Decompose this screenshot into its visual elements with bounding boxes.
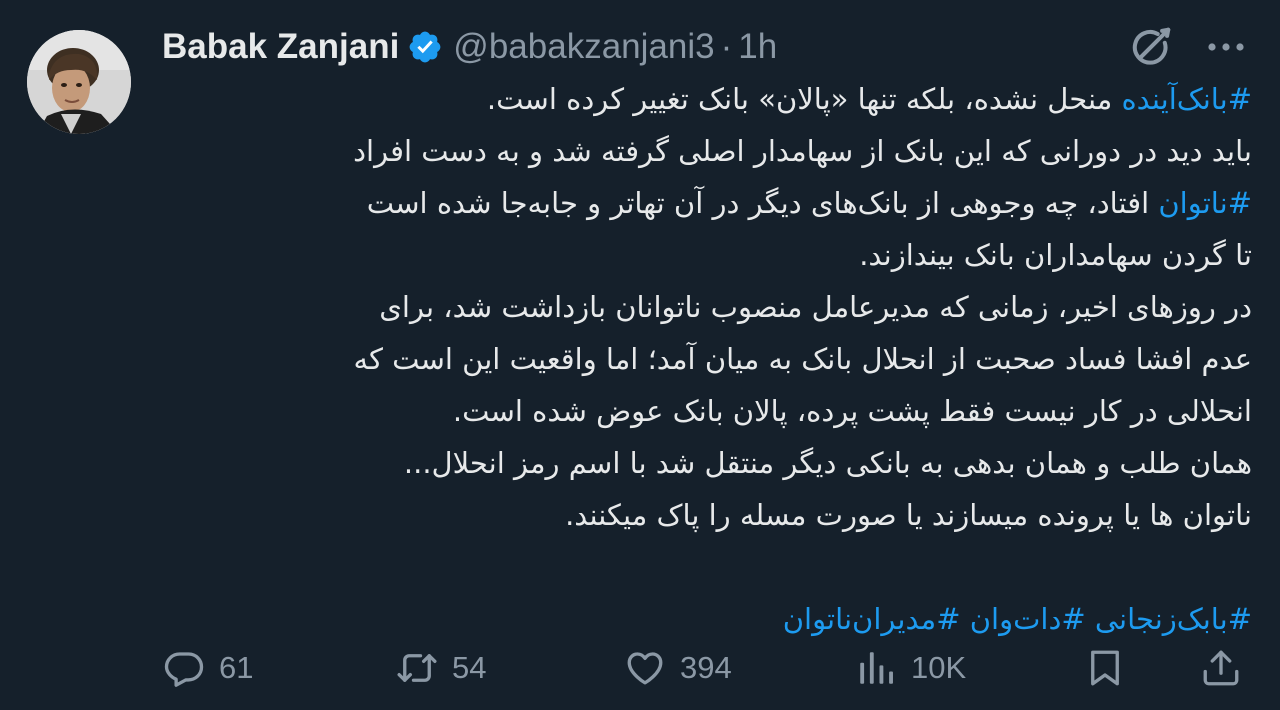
verified-badge-icon (409, 31, 441, 63)
tweet-text-segment: ناتوان ها یا پرونده میسازند یا صورت مسله… (565, 498, 1252, 532)
heart-icon (627, 652, 663, 685)
tweet-text-segment (961, 602, 970, 636)
tweet-line: ناتوان ها یا پرونده میسازند یا صورت مسله… (160, 489, 1252, 541)
tweet-text-segment: افتاد، چه وجوهی از بانک‌های دیگر در آن ت… (366, 186, 1159, 220)
bookmark-button[interactable] (1084, 638, 1126, 698)
author-name[interactable]: Babak Zanjani (162, 27, 399, 67)
hashtag-link[interactable]: #دات‌وان (970, 602, 1086, 636)
tweet-text-segment: منحل نشده، بلکه تنها «پالان» بانک تغییر … (486, 82, 1122, 116)
avatar-photo (27, 30, 131, 134)
repost-count: 54 (452, 650, 487, 685)
tweet-text-segment: باید دید در دورانی که این بانک از سهامدا… (353, 134, 1252, 168)
tweet-text-segment: تا گردن سهامداران بانک بیندازند. (859, 238, 1252, 272)
views-button[interactable]: 10K (855, 638, 966, 698)
tweet-line: همان طلب و همان بدهی به بانکی دیگر منتقل… (160, 437, 1252, 489)
more-icon[interactable] (1202, 30, 1250, 64)
repost-button[interactable]: 54 (396, 638, 486, 698)
tweet-timestamp[interactable]: 1h (738, 27, 777, 67)
tweet-line: #بانک‌آینده منحل نشده، بلکه تنها «پالان»… (160, 73, 1252, 125)
tweet-text-segment: عدم افشا فساد صحبت از انحلال بانک به میا… (353, 342, 1252, 376)
share-icon (1203, 650, 1239, 686)
tweet-line: در روزهای اخیر، زمانی که مدیرعامل منصوب … (160, 281, 1252, 333)
grok-icon[interactable] (1128, 24, 1174, 70)
tweet-line: انحلالی در کار نیست فقط پشت پرده، پالان … (160, 385, 1252, 437)
tweet-text: #بانک‌آینده منحل نشده، بلکه تنها «پالان»… (160, 73, 1252, 645)
tweet[interactable]: Babak Zanjani @babakzanjani3 · 1h #بانک‌… (0, 0, 1280, 710)
tweet-line: #ناتوان افتاد، چه وجوهی از بانک‌های دیگر… (160, 177, 1252, 229)
tweet-text-segment: در روزهای اخیر، زمانی که مدیرعامل منصوب … (379, 290, 1252, 324)
repost-icon (397, 654, 437, 682)
avatar[interactable] (27, 30, 131, 134)
tweet-line: تا گردن سهامداران بانک بیندازند. (160, 229, 1252, 281)
author-handle[interactable]: @babakzanjani3 (453, 27, 714, 67)
tweet-text-segment (1086, 602, 1095, 636)
tweet-text-segment: انحلالی در کار نیست فقط پشت پرده، پالان … (452, 394, 1252, 428)
reply-count: 61 (219, 650, 254, 685)
hashtag-link[interactable]: #بانک‌آینده (1121, 82, 1252, 116)
tweet-line: عدم افشا فساد صحبت از انحلال بانک به میا… (160, 333, 1252, 385)
like-count: 394 (680, 650, 732, 685)
header-separator: · (720, 27, 733, 66)
tweet-header: Babak Zanjani @babakzanjani3 · 1h (162, 22, 777, 72)
like-button[interactable]: 394 (624, 638, 732, 698)
action-bar: 61 54 394 10K (0, 638, 1280, 698)
reply-button[interactable]: 61 (163, 638, 253, 698)
view-count: 10K (911, 650, 967, 685)
hashtag-link[interactable]: #بابک‌زنجانی (1095, 602, 1252, 636)
bookmark-icon (1091, 650, 1119, 686)
tweet-text-segment: همان طلب و همان بدهی به بانکی دیگر منتقل… (403, 446, 1252, 480)
hashtag-link[interactable]: #ناتوان (1158, 186, 1252, 220)
hashtag-link[interactable]: #مدیران‌ناتوان (783, 602, 961, 636)
tweet-line (160, 541, 1252, 593)
reply-icon (164, 652, 204, 687)
tweet-line: باید دید در دورانی که این بانک از سهامدا… (160, 125, 1252, 177)
share-button[interactable] (1200, 638, 1242, 698)
views-icon (860, 652, 893, 684)
